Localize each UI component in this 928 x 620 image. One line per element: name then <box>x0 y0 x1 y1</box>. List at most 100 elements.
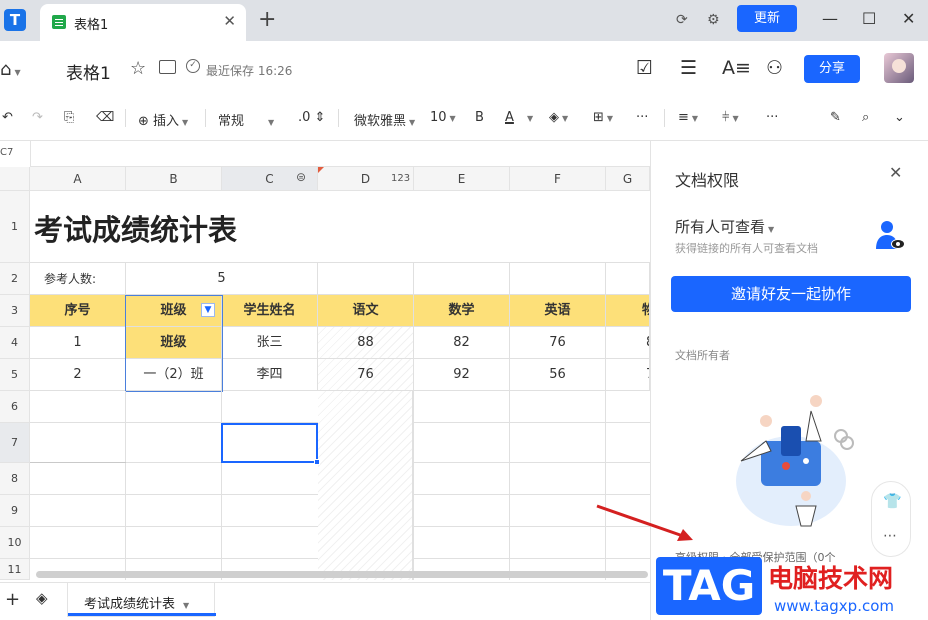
sheet-title-cell[interactable]: 考试成绩统计表 <box>30 191 650 263</box>
close-tab-icon[interactable]: ✕ <box>223 12 236 30</box>
chevron-down-icon[interactable]: ⌄ <box>894 110 905 125</box>
header-cell[interactable]: 英语 <box>510 295 606 327</box>
more-icon[interactable]: ⋯ <box>883 528 897 544</box>
eraser-icon[interactable]: ⌫ <box>96 110 114 125</box>
minimize-icon[interactable]: — <box>822 9 838 28</box>
header-cell[interactable]: 序号 <box>30 295 126 327</box>
font-color-button[interactable]: A <box>505 110 514 125</box>
table-cell[interactable]: 76 <box>510 327 606 359</box>
search-icon[interactable]: ⌕ <box>862 110 869 125</box>
column-header[interactable]: F <box>510 167 606 191</box>
home-icon[interactable]: ⌂ ▼ <box>0 59 21 80</box>
format-painter-icon[interactable]: ⎘ <box>64 110 74 125</box>
update-button[interactable]: 更新 <box>737 5 797 32</box>
active-cell[interactable] <box>221 423 318 463</box>
table-cell[interactable]: 92 <box>414 359 510 391</box>
column-header[interactable]: E <box>414 167 510 191</box>
paint-brush-icon[interactable]: ✎ <box>830 110 841 125</box>
table-cell[interactable]: 1 <box>30 327 126 359</box>
document-title[interactable]: 表格1 <box>66 59 111 84</box>
table-cell[interactable] <box>318 263 414 295</box>
name-box[interactable]: C7 <box>0 141 30 167</box>
document-tab[interactable]: 表格1 ✕ <box>40 4 246 41</box>
header-cell[interactable]: 学生姓名 <box>222 295 318 327</box>
move-folder-icon[interactable] <box>159 60 176 74</box>
table-cell[interactable]: 2 <box>30 359 126 391</box>
sheet-tab[interactable]: 考试成绩统计表 ▼ <box>67 583 216 617</box>
table-cell[interactable]: 8 <box>606 327 650 359</box>
shirt-icon[interactable]: 👕 <box>883 492 902 510</box>
undo-icon[interactable]: ↶ <box>2 110 13 125</box>
table-cell[interactable] <box>510 263 606 295</box>
header-cell[interactable]: 数学 <box>414 295 510 327</box>
row-header[interactable]: 1 <box>0 191 30 263</box>
star-icon[interactable]: ☆ <box>130 58 146 79</box>
menu-icon[interactable]: ☰ <box>680 57 697 79</box>
invite-collaborators-button[interactable]: 邀请好友一起协作 <box>671 276 911 312</box>
hatched-column[interactable] <box>318 391 413 580</box>
ref-count-value[interactable]: 5 <box>126 263 318 295</box>
app-logo[interactable]: T <box>4 9 26 31</box>
row-header[interactable]: 7 <box>0 423 30 463</box>
table-cell[interactable]: 李四 <box>222 359 318 391</box>
insert-button[interactable]: ⊕ 插入 ▼ <box>138 110 188 129</box>
horizontal-scrollbar[interactable] <box>36 571 648 578</box>
align-icon[interactable]: ≡ ▼ <box>678 110 698 125</box>
bold-button[interactable]: B <box>475 110 484 125</box>
font-size-select[interactable]: 10 ▼ <box>430 110 456 125</box>
number-format-select[interactable]: 常规 ▼ <box>218 110 274 129</box>
fill-color-icon[interactable]: ◈ ▼ <box>549 110 568 125</box>
decimal-stepper[interactable]: .0 ⇕ <box>298 110 325 125</box>
table-cell[interactable]: 班级 <box>126 327 222 359</box>
table-cell[interactable] <box>606 263 650 295</box>
table-cell[interactable]: 88 <box>318 327 414 359</box>
table-cell[interactable]: 张三 <box>222 327 318 359</box>
maximize-icon[interactable]: ☐ <box>862 9 876 28</box>
table-cell[interactable]: 一（2）班 <box>126 359 222 391</box>
add-task-icon[interactable]: ☑ <box>636 57 653 79</box>
more-icon[interactable]: ··· <box>766 110 778 125</box>
table-cell[interactable]: 7 <box>606 359 650 391</box>
ref-count-label[interactable]: 参考人数: <box>30 263 126 295</box>
header-cell[interactable]: 语文 <box>318 295 414 327</box>
formula-bar[interactable] <box>30 141 650 167</box>
column-header[interactable]: B <box>126 167 222 191</box>
table-cell[interactable]: 56 <box>510 359 606 391</box>
column-filter-icon[interactable]: ⊜ <box>296 170 306 184</box>
row-header[interactable]: 4 <box>0 327 30 359</box>
column-header[interactable]: A <box>30 167 126 191</box>
select-all-corner[interactable] <box>0 167 30 191</box>
close-window-icon[interactable]: ✕ <box>902 9 915 28</box>
header-cell[interactable]: 物 <box>606 295 650 327</box>
avatar[interactable] <box>884 53 914 83</box>
permission-select[interactable]: 所有人可查看 ▼ <box>675 216 774 237</box>
filter-icon[interactable]: ▼ <box>201 303 215 317</box>
fill-handle[interactable] <box>314 459 320 465</box>
row-header[interactable]: 3 <box>0 295 30 327</box>
redo-icon[interactable]: ↷ <box>32 110 43 125</box>
close-icon[interactable]: ✕ <box>889 163 902 182</box>
sync-icon[interactable]: ⟳ <box>676 12 688 28</box>
row-header[interactable]: 10 <box>0 527 30 559</box>
gear-icon[interactable]: ⚙ <box>707 12 720 28</box>
table-cell[interactable]: 76 <box>318 359 414 391</box>
add-sheet-icon[interactable]: + <box>5 589 20 610</box>
row-header[interactable]: 11 <box>0 559 30 580</box>
share-button[interactable]: 分享 <box>804 55 860 83</box>
row-header[interactable]: 2 <box>0 263 30 295</box>
border-icon[interactable]: ⊞ ▼ <box>593 110 613 125</box>
permission-view-icon[interactable]: ⚇ <box>766 57 783 79</box>
font-color-caret-icon[interactable]: ▼ <box>524 110 533 125</box>
table-cell[interactable] <box>414 263 510 295</box>
row-header[interactable]: 5 <box>0 359 30 391</box>
new-tab-icon[interactable]: + <box>258 7 276 32</box>
column-header[interactable]: G <box>606 167 650 191</box>
row-header[interactable]: 9 <box>0 495 30 527</box>
layers-icon[interactable]: ◈ <box>36 589 48 607</box>
table-cell[interactable]: 82 <box>414 327 510 359</box>
row-header[interactable]: 8 <box>0 463 30 495</box>
font-family-select[interactable]: 微软雅黑 ▼ <box>354 110 415 129</box>
more-icon[interactable]: ··· <box>636 110 648 125</box>
vertical-align-icon[interactable]: ⫩ ▼ <box>722 110 739 125</box>
row-header[interactable]: 6 <box>0 391 30 423</box>
